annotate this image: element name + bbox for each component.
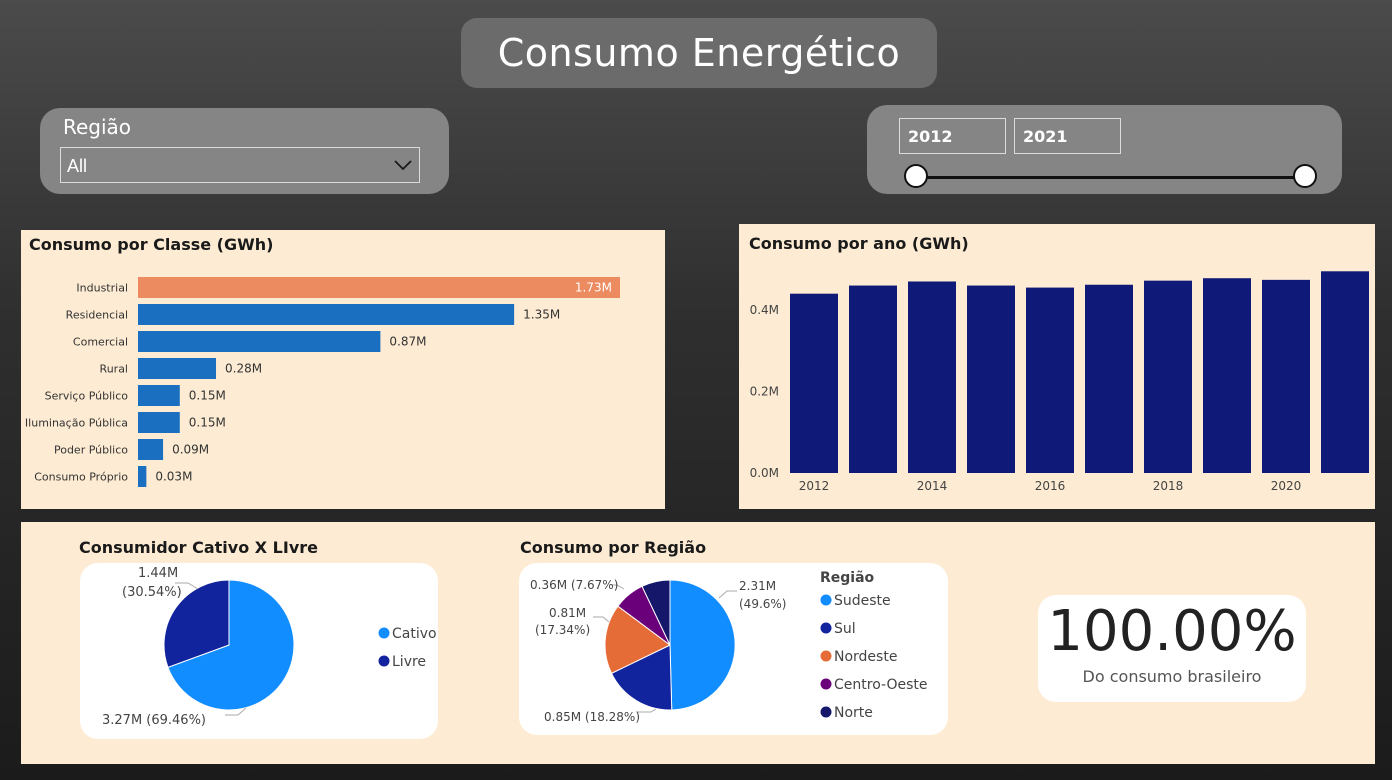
- region-legend-label-sudeste: Sudeste: [834, 593, 891, 609]
- cativo-livre-card: 3.27M (69.46%) 1.44M (30.54%) Cativo Livre: [80, 563, 438, 739]
- year-range-slicer: 2012 2021: [867, 105, 1342, 194]
- class-chart-panel: Consumo por Classe (GWh) Industrial 1.73M…: [21, 230, 665, 509]
- class-data-label-servico-publico: 0.15M: [189, 389, 226, 403]
- year-bar-2021: [1321, 271, 1369, 473]
- region-dropdown[interactable]: All: [60, 147, 420, 183]
- year-end-value: 2021: [1023, 127, 1068, 146]
- page-title-card: Consumo Energético: [461, 18, 937, 88]
- year-start-input[interactable]: 2012: [899, 118, 1006, 154]
- class-bar-chart: Industrial 1.73M Residencial 1.35M Comercial…: [25, 277, 620, 487]
- region-legend-marker-sul: [820, 622, 832, 634]
- cativo-livre-title: Consumidor Cativo X LIvre: [79, 538, 318, 557]
- year-bar-2017: [1085, 284, 1133, 473]
- year-bar-2014: [908, 281, 956, 473]
- nordeste-leader-line: [593, 616, 610, 623]
- region-legend-label-centro-oeste: Centro-Oeste: [834, 677, 928, 693]
- year-bar-2019: [1203, 278, 1251, 473]
- year-slider-track[interactable]: [917, 176, 1307, 179]
- legend-marker-cativo: [378, 627, 390, 639]
- legend-label-cativo: Cativo: [392, 626, 437, 642]
- year-bar-2013: [849, 285, 897, 473]
- year-xtick-label-2014: 2014: [917, 479, 948, 493]
- year-bar-chart: 0.0M 0.2M 0.4M 2012 2014 2016 2018 2020: [750, 271, 1369, 493]
- year-xtick-label-2020: 2020: [1271, 479, 1302, 493]
- class-category-label-iluminacao-publica: Iluminação Pública: [25, 417, 128, 430]
- year-bar-2018: [1144, 280, 1192, 473]
- cativo-data-label: 3.27M (69.46%): [102, 713, 206, 728]
- class-data-label-industrial: 1.73M: [575, 281, 612, 295]
- region-legend-marker-nordeste: [820, 650, 832, 662]
- legend-marker-livre: [378, 655, 390, 667]
- year-end-input[interactable]: 2021: [1014, 118, 1121, 154]
- class-data-label-comercial: 0.87M: [389, 335, 426, 349]
- year-bar-2020: [1262, 279, 1310, 473]
- region-dropdown-value: All: [67, 156, 88, 176]
- class-data-label-residencial: 1.35M: [523, 308, 560, 322]
- sul-data-label: 0.85M (18.28%): [544, 710, 640, 724]
- class-data-label-rural: 0.28M: [225, 362, 262, 376]
- class-category-label-industrial: Industrial: [76, 282, 128, 295]
- class-data-label-poder-publico: 0.09M: [172, 443, 209, 457]
- year-xtick-label-2012: 2012: [799, 479, 830, 493]
- class-category-label-poder-publico: Poder Público: [54, 444, 128, 457]
- region-legend-label-sul: Sul: [834, 621, 856, 637]
- region-pie-title: Consumo por Região: [520, 538, 707, 557]
- year-ytick-label-0: 0.0M: [750, 466, 779, 480]
- class-category-label-consumo-proprio: Consumo Próprio: [34, 471, 128, 484]
- centro-oeste-data-label: 0.36M (7.67%): [530, 578, 618, 592]
- class-data-label-consumo-proprio: 0.03M: [155, 470, 192, 484]
- legend-label-livre: Livre: [392, 654, 426, 670]
- year-ytick-label-1: 0.2M: [750, 385, 779, 399]
- class-category-label-rural: Rural: [100, 363, 128, 376]
- class-bar-residencial: [138, 304, 515, 325]
- livre-data-label-percent: (30.54%): [122, 585, 182, 600]
- year-bar-2016: [1026, 287, 1074, 473]
- class-bar-consumo-proprio: [138, 466, 147, 487]
- class-data-label-iluminacao-publica: 0.15M: [189, 416, 226, 430]
- kpi-value: 100.00%: [1047, 599, 1297, 664]
- class-bar-comercial: [138, 331, 381, 352]
- class-bar-iluminacao-publica: [138, 412, 180, 433]
- page-title: Consumo Energético: [497, 31, 901, 75]
- class-category-label-comercial: Comercial: [73, 336, 128, 349]
- year-bar-2012: [790, 293, 838, 473]
- region-slicer-label: Região: [63, 115, 132, 139]
- year-xtick-label-2016: 2016: [1035, 479, 1066, 493]
- year-bar-2015: [967, 285, 1015, 473]
- region-slicer: Região All: [40, 108, 449, 194]
- region-legend-title: Região: [820, 570, 875, 586]
- region-pie-card: 2.31M (49.6%) 0.85M (18.28%) 0.81M (17.34%) 0…: [519, 563, 948, 735]
- kpi-label: Do consumo brasileiro: [1082, 667, 1262, 686]
- cativo-livre-pie-chart: 3.27M (69.46%) 1.44M (30.54%) Cativo Livre: [102, 566, 437, 728]
- year-slider-end-handle[interactable]: [1293, 164, 1317, 188]
- region-pie-chart: 2.31M (49.6%) 0.85M (18.28%) 0.81M (17.34%) 0…: [530, 570, 928, 724]
- class-bar-servico-publico: [138, 385, 180, 406]
- sudeste-leader-line: [718, 590, 737, 599]
- chevron-down-icon[interactable]: [393, 157, 413, 173]
- sudeste-data-label-percent: (49.6%): [739, 597, 786, 611]
- region-legend-marker-norte: [820, 706, 832, 718]
- bottom-panel: Consumidor Cativo X LIvre Consumo por Re…: [21, 522, 1375, 764]
- nordeste-data-label-value: 0.81M: [549, 606, 586, 620]
- year-ytick-label-2: 0.4M: [750, 303, 779, 317]
- class-bar-poder-publico: [138, 439, 164, 460]
- year-chart-panel: Consumo por ano (GWh) 0.0M 0.2M 0.4M 2012 20…: [739, 224, 1375, 509]
- year-xtick-label-2018: 2018: [1153, 479, 1184, 493]
- region-legend-label-norte: Norte: [834, 705, 873, 721]
- nordeste-data-label-percent: (17.34%): [535, 623, 590, 637]
- year-start-value: 2012: [908, 127, 953, 146]
- region-legend-marker-sudeste: [820, 594, 832, 606]
- class-bar-industrial: [138, 277, 620, 298]
- livre-data-label-value: 1.44M: [138, 566, 178, 581]
- class-bar-rural: [138, 358, 217, 379]
- region-legend-marker-centro-oeste: [820, 678, 832, 690]
- class-category-label-residencial: Residencial: [66, 309, 128, 322]
- region-slice-sudeste: [669, 579, 736, 711]
- year-slider-start-handle[interactable]: [904, 164, 928, 188]
- kpi-card: 100.00% Do consumo brasileiro: [1038, 595, 1306, 702]
- region-legend-label-nordeste: Nordeste: [834, 649, 897, 665]
- sudeste-data-label-value: 2.31M: [739, 579, 776, 593]
- class-category-label-servico-publico: Serviço Público: [45, 390, 129, 403]
